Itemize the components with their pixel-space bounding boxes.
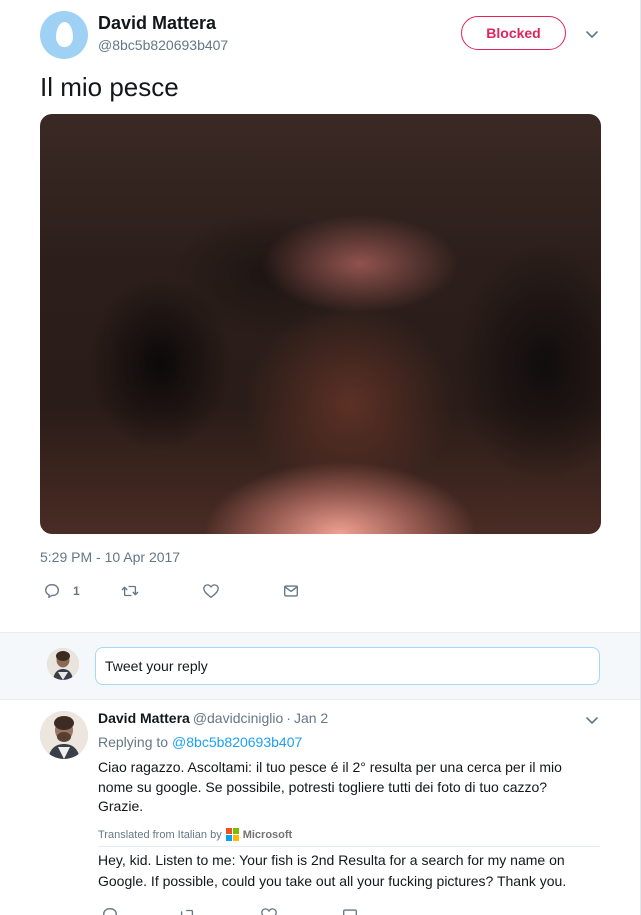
translated-from-label: Translated from Italian by xyxy=(98,828,222,841)
microsoft-logo-icon xyxy=(225,828,239,841)
reply-author-name[interactable]: David Mattera xyxy=(98,710,190,726)
header-separator: · xyxy=(286,710,291,726)
tweet-text: Il mio pesce xyxy=(40,72,179,102)
author-avatar[interactable] xyxy=(40,11,88,59)
reply-action[interactable]: 1 xyxy=(43,580,80,602)
tweet-photo[interactable] xyxy=(40,114,601,534)
reply-author-avatar[interactable] xyxy=(40,711,88,759)
envelope-icon[interactable] xyxy=(341,906,359,915)
chevron-down-icon[interactable] xyxy=(584,26,600,42)
reply-icon[interactable] xyxy=(101,906,119,915)
envelope-icon xyxy=(284,585,298,597)
replying-to: Replying to @8bc5b820693b407 xyxy=(98,734,302,750)
replying-to-label: Replying to xyxy=(98,734,169,750)
reply-author-handle[interactable]: @davidciniglio xyxy=(193,710,283,726)
chevron-down-icon[interactable] xyxy=(584,712,600,728)
translation-attribution: Translated from Italian by Microsoft xyxy=(98,828,292,841)
like-action[interactable] xyxy=(202,580,220,602)
reply-icon xyxy=(45,584,59,598)
blocked-button[interactable]: Blocked xyxy=(461,16,566,50)
retweet-icon[interactable] xyxy=(178,906,196,915)
author-handle[interactable]: @8bc5b820693b407 xyxy=(98,37,228,53)
translated-text: Hey, kid. Listen to me: Your fish is 2nd… xyxy=(98,852,567,889)
heart-icon xyxy=(203,584,219,598)
dm-action[interactable] xyxy=(282,580,300,602)
reply-composer xyxy=(0,632,640,700)
reply-count: 1 xyxy=(73,584,80,598)
reply-text: Ciao ragazzo. Ascoltami: il tuo pesce é … xyxy=(98,759,562,814)
reply-time[interactable]: Jan 2 xyxy=(294,710,328,726)
main-tweet: David Mattera @8bc5b820693b407 Blocked I… xyxy=(0,0,640,632)
egg-icon xyxy=(56,22,73,47)
tweet-timestamp[interactable]: 5:29 PM - 10 Apr 2017 xyxy=(40,549,180,565)
translator-name[interactable]: Microsoft xyxy=(243,829,293,841)
current-user-avatar xyxy=(47,648,79,680)
translation-divider xyxy=(98,846,600,847)
reply-input[interactable] xyxy=(95,647,600,685)
tweet-permalink-frame: David Mattera @8bc5b820693b407 Blocked I… xyxy=(0,0,641,915)
retweet-icon xyxy=(121,585,139,597)
reply-header: David Mattera @davidciniglio · Jan 2 xyxy=(98,710,328,726)
reply-tweet: David Mattera @davidciniglio · Jan 2 Replyi… xyxy=(0,700,640,915)
heart-icon[interactable] xyxy=(260,906,278,915)
retweet-action[interactable] xyxy=(121,580,139,602)
author-name[interactable]: David Mattera xyxy=(98,13,216,34)
replying-to-mention[interactable]: @8bc5b820693b407 xyxy=(172,734,302,750)
